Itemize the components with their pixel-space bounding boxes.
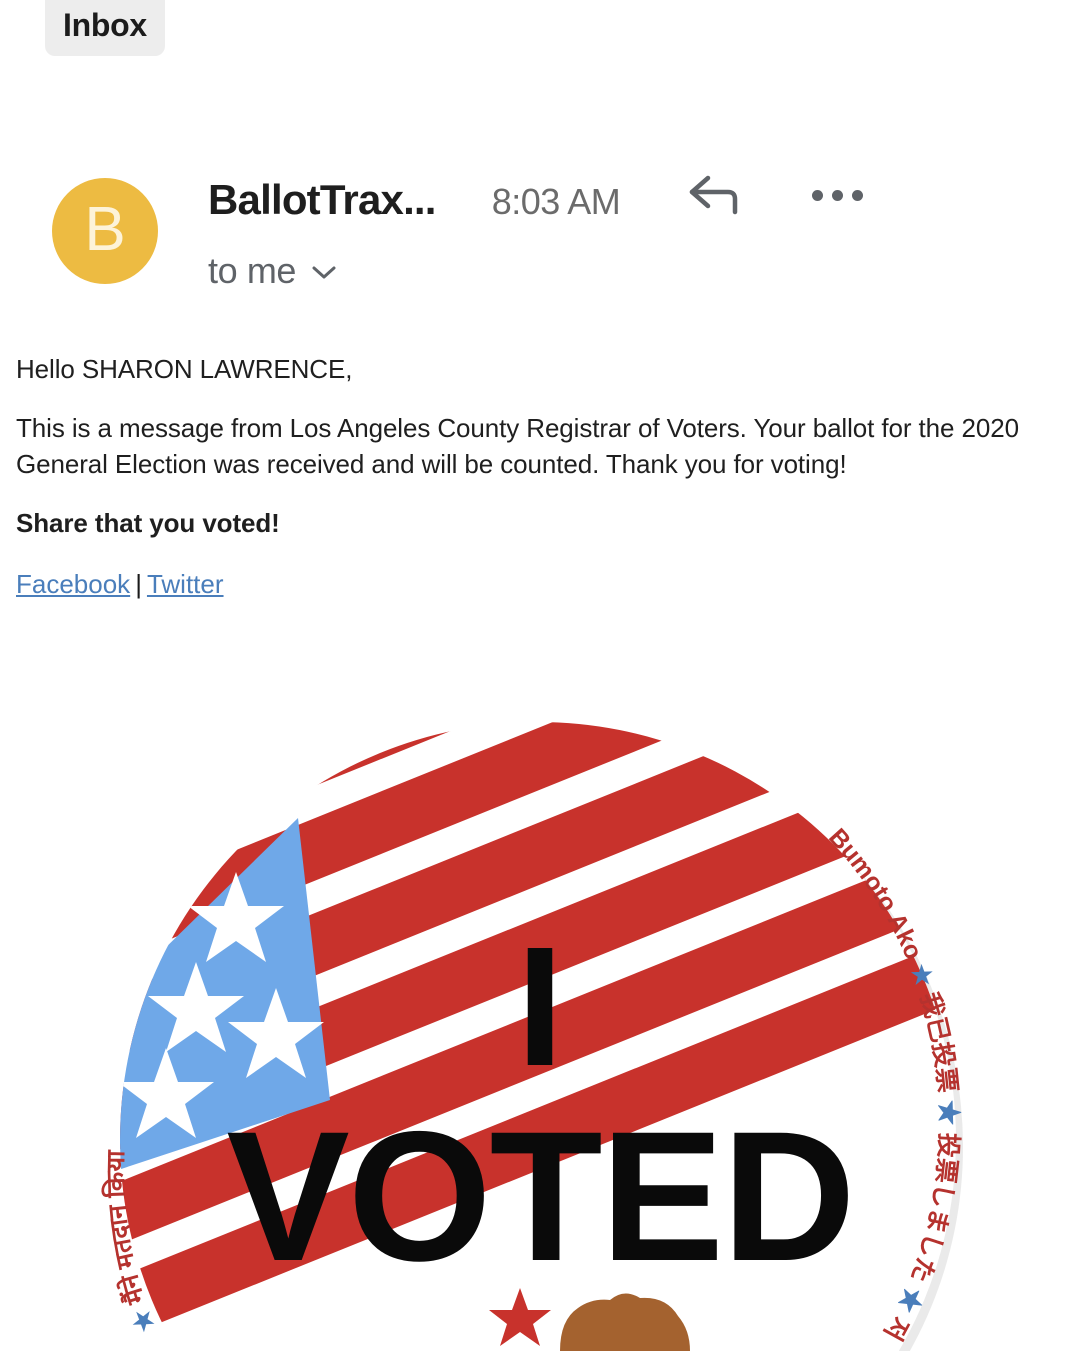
share-links: Facebook | Twitter	[16, 568, 1068, 602]
more-dot-2	[832, 190, 844, 201]
more-dot-3	[852, 190, 864, 201]
message-timestamp: 8:03 AM	[491, 181, 621, 222]
email-message-screen: Inbox B BallotTrax... 8:03 AM to me Hell…	[0, 0, 1080, 1351]
i-voted-sticker-graphic: I VOTED Bumoto Ako ★ 我已投票 ★ 投票しました ★ 저는 …	[0, 700, 963, 1351]
message-paragraph: This is a message from Los Angeles Count…	[16, 412, 1019, 479]
more-options-icon[interactable]	[812, 190, 864, 201]
sticker-headline-i: I	[516, 912, 563, 1102]
message-header: B BallotTrax... 8:03 AM to me	[0, 168, 1080, 308]
share-heading: Share that you voted!	[16, 507, 280, 538]
inbox-label-badge[interactable]: Inbox	[45, 0, 165, 57]
sticker-headline-voted: VOTED	[226, 1094, 853, 1300]
link-separator: |	[135, 568, 142, 599]
sender-name[interactable]: BallotTrax...	[208, 176, 436, 224]
facebook-link[interactable]: Facebook	[16, 569, 130, 599]
sender-row: BallotTrax... 8:03 AM	[208, 175, 1068, 227]
greeting-text: Hello SHARON LAWRENCE,	[16, 354, 353, 384]
reply-arrow-icon[interactable]	[686, 172, 742, 223]
avatar-letter: B	[84, 194, 126, 264]
recipient-row[interactable]: to me	[208, 250, 338, 292]
twitter-link[interactable]: Twitter	[147, 569, 224, 599]
email-body: Hello SHARON LAWRENCE, This is a message…	[16, 352, 1068, 601]
more-dot-1	[812, 190, 824, 201]
recipient-label: to me	[208, 250, 297, 291]
i-voted-sticker: I VOTED Bumoto Ako ★ 我已投票 ★ 投票しました ★ 저는 …	[0, 700, 1080, 1351]
chevron-down-icon[interactable]	[310, 264, 338, 287]
avatar[interactable]: B	[52, 178, 158, 284]
